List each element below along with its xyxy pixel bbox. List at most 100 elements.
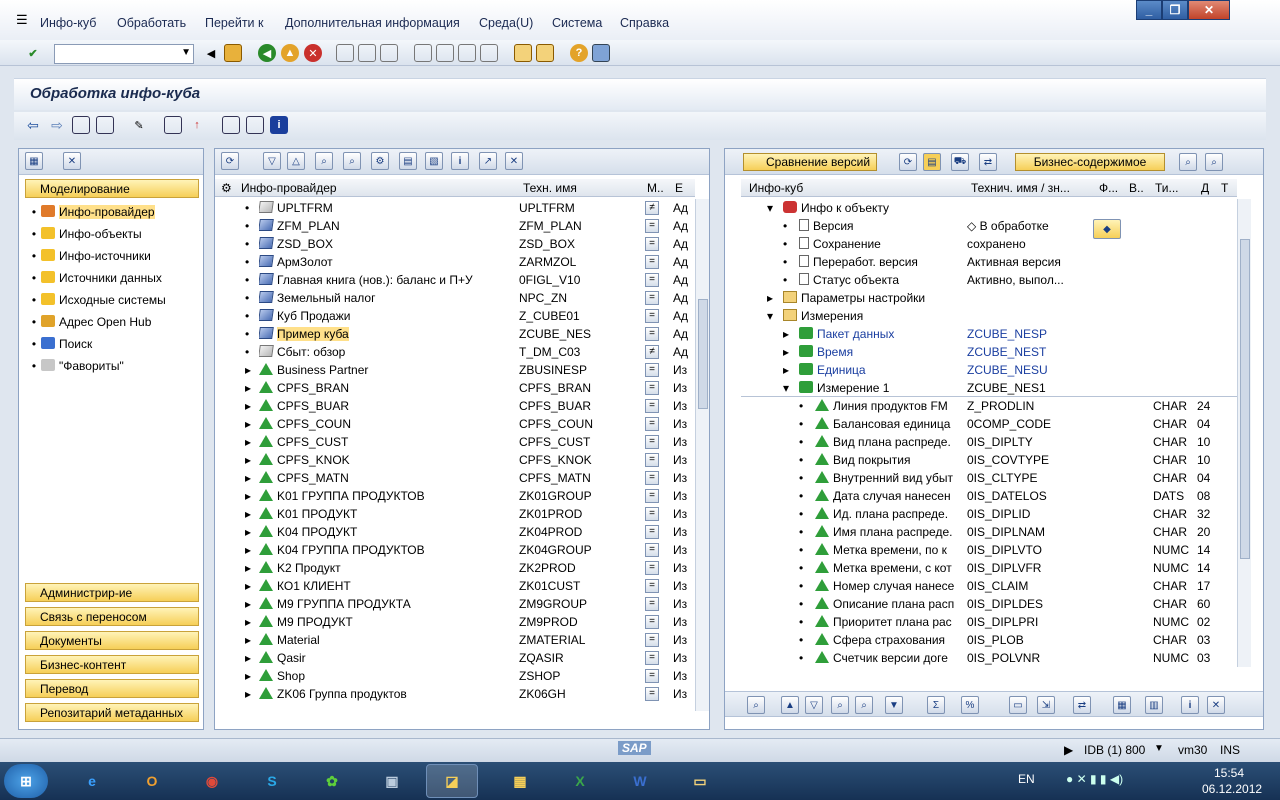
tree-node-label[interactable]: K04 ПРОДУКТ [259, 525, 515, 539]
tree-expander-icon[interactable]: ▸ [245, 489, 251, 503]
tree-node-label[interactable]: Куб Продажи [259, 309, 515, 323]
find-next-bottom-icon[interactable]: ⌕ [855, 696, 873, 714]
detail-expander-icon[interactable]: • [799, 597, 803, 611]
detail-node-label[interactable]: Метка времени, по к [815, 543, 963, 557]
tree-row[interactable]: ▸ K04 ГРУППА ПРОДУКТОВ ZK04GROUP = Из [215, 541, 695, 559]
detail-node-label[interactable]: Сфера страхования [815, 633, 963, 647]
detail-node-label[interactable]: Статус объекта [799, 273, 963, 287]
tree-row[interactable]: ▸ CPFS_BRAN CPFS_BRAN = Из [215, 379, 695, 397]
tree-row[interactable]: ▸ CPFS_MATN CPFS_MATN = Из [215, 469, 695, 487]
tree-row[interactable]: ▸ K04 ПРОДУКТ ZK04PROD = Из [215, 523, 695, 541]
tree-node-label[interactable]: Material [259, 633, 515, 647]
col-infoprovider[interactable]: Инфо-провайдер [241, 181, 511, 195]
detail-expander-icon[interactable]: • [799, 471, 803, 485]
col-techname[interactable]: Техн. имя [523, 181, 643, 195]
sum-icon[interactable]: Σ [927, 696, 945, 714]
structure-icon[interactable]: ▧ [425, 152, 443, 170]
detail-row[interactable]: • Номер случая нанесе 0IS_CLAIM CHAR 17 [741, 577, 1237, 595]
layout-icon[interactable] [592, 44, 610, 62]
tree-expander-icon[interactable]: ▸ [245, 417, 251, 431]
explorer-icon[interactable]: ▭ [674, 764, 726, 798]
network-icon[interactable]: ▣ [366, 764, 418, 798]
detail-row[interactable]: • Переработ. версия Активная версия [741, 253, 1237, 271]
tree-expander-icon[interactable]: ▸ [245, 687, 251, 701]
org-icon[interactable] [164, 116, 182, 134]
find-icon[interactable] [358, 44, 376, 62]
sort-asc-icon[interactable]: ▲ [781, 696, 799, 714]
detail-node-label[interactable]: Пакет данных [799, 327, 963, 341]
back-icon[interactable]: ◀ [258, 44, 276, 62]
detail-row[interactable]: • Имя плана распреде. 0IS_DIPLNAM CHAR 20 [741, 523, 1237, 541]
tree-node-label[interactable]: ZFM_PLAN [259, 219, 515, 233]
detail-row[interactable]: • Описание плана расп 0IS_DIPLDES CHAR 60 [741, 595, 1237, 613]
status-arrow-icon[interactable]: ▶ [1064, 743, 1073, 757]
tree-node-label[interactable]: CPFS_BUAR [259, 399, 515, 413]
tree-row[interactable]: • Пример куба ZCUBE_NES = Ад [215, 325, 695, 343]
details-icon[interactable]: ⌕ [747, 696, 765, 714]
tree-expander-icon[interactable]: ▸ [245, 597, 251, 611]
detail-expander-icon[interactable]: • [799, 489, 803, 503]
detail-node-label[interactable]: Время [799, 345, 963, 359]
tree-expander-icon[interactable]: ▸ [245, 579, 251, 593]
close-bottom-icon[interactable]: ✕ [1207, 696, 1225, 714]
detail-row[interactable]: ▸ Параметры настройки [741, 289, 1237, 307]
nav-header-modeling[interactable]: Моделирование [25, 179, 199, 198]
graphic-icon[interactable]: ▥ [1145, 696, 1163, 714]
menu-edit[interactable]: Обработать [117, 16, 186, 30]
detail-node-label[interactable]: Версия [799, 219, 963, 233]
detail-expander-icon[interactable]: • [799, 615, 803, 629]
shortcut-icon[interactable] [536, 44, 554, 62]
tree-node-label[interactable]: CPFS_COUN [259, 417, 515, 431]
tree-row[interactable]: ▸ CPFS_CUST CPFS_CUST = Из [215, 433, 695, 451]
tree-expander-icon[interactable]: • [245, 255, 249, 269]
detail-row[interactable]: ▾ Измерение 1 ZCUBE_NES1 [741, 379, 1237, 397]
detail-expander-icon[interactable]: • [799, 633, 803, 647]
excel-icon[interactable]: X [554, 764, 606, 798]
nav-admin[interactable]: Администрир-ие [25, 583, 199, 602]
tree-expander-icon[interactable]: ▸ [245, 669, 251, 683]
tree-node-label[interactable]: K01 ГРУППА ПРОДУКТОВ [259, 489, 515, 503]
info-icon[interactable]: i [270, 116, 288, 134]
export-icon[interactable]: ⇲ [1037, 696, 1055, 714]
detail-expander-icon[interactable]: ▾ [783, 381, 789, 395]
tree-node-label[interactable]: КО1 КЛИЕНТ [259, 579, 515, 593]
detail-row[interactable]: ▸ Время ZCUBE_NEST [741, 343, 1237, 361]
detail-node-label[interactable]: Имя плана распреде. [815, 525, 963, 539]
tree-expander-icon[interactable]: • [245, 309, 249, 323]
tree-node-label[interactable]: CPFS_CUST [259, 435, 515, 449]
detail-scroll-thumb[interactable] [1240, 239, 1250, 559]
detail-row[interactable]: • Ид. плана распреде. 0IS_DIPLID CHAR 32 [741, 505, 1237, 523]
detail-row[interactable]: • Дата случая нанесен 0IS_DATELOS DATS 08 [741, 487, 1237, 505]
tree-expander-icon[interactable]: ▸ [245, 525, 251, 539]
menu-icon[interactable]: ☰ [16, 12, 28, 28]
tree-expander-icon[interactable]: ▸ [245, 561, 251, 575]
detail-row[interactable]: • Внутренний вид убыт 0IS_CLTYPE CHAR 04 [741, 469, 1237, 487]
tree-expander-icon[interactable]: ▸ [245, 453, 251, 467]
tree-expander-icon[interactable]: ▸ [245, 615, 251, 629]
tree-row[interactable]: • ZFM_PLAN ZFM_PLAN = Ад [215, 217, 695, 235]
close-button[interactable]: ✕ [1188, 0, 1230, 20]
col-infocube[interactable]: Инфо-куб [749, 181, 959, 195]
detail-node-label[interactable]: Приоритет плана рас [815, 615, 963, 629]
nav-documents[interactable]: Документы [25, 631, 199, 650]
tree-row[interactable]: ▸ М9 ПРОДУКТ ZM9PROD = Из [215, 613, 695, 631]
tree-node-label[interactable]: CPFS_KNOK [259, 453, 515, 467]
col-type[interactable]: Ти... [1155, 181, 1187, 195]
col-e[interactable]: Е [675, 181, 693, 195]
collapse-icon[interactable]: △ [287, 152, 305, 170]
detail-expander-icon[interactable]: • [783, 237, 787, 251]
back-nav-icon[interactable]: ⇦ [24, 116, 42, 134]
refresh-icon[interactable]: ⟳ [221, 152, 239, 170]
col-f[interactable]: Ф... [1099, 181, 1123, 195]
find-bottom-icon[interactable]: ⌕ [831, 696, 849, 714]
nav-business-content[interactable]: Бизнес-контент [25, 655, 199, 674]
tree-expander-icon[interactable]: • [245, 327, 249, 341]
exit-icon[interactable]: ▲ [281, 44, 299, 62]
detail-row[interactable]: ▾ Инфо к объекту [741, 199, 1237, 217]
close-pane-icon[interactable]: ✕ [63, 152, 81, 170]
settings-icon[interactable]: ⚙ [371, 152, 389, 170]
detail-row[interactable]: • Вид плана распреде. 0IS_DIPLTY CHAR 10 [741, 433, 1237, 451]
tree-node-label[interactable]: М9 ГРУППА ПРОДУКТА [259, 597, 515, 611]
grid-icon[interactable]: ▦ [1113, 696, 1131, 714]
tree-row[interactable]: ▸ КО1 КЛИЕНТ ZK01CUST = Из [215, 577, 695, 595]
